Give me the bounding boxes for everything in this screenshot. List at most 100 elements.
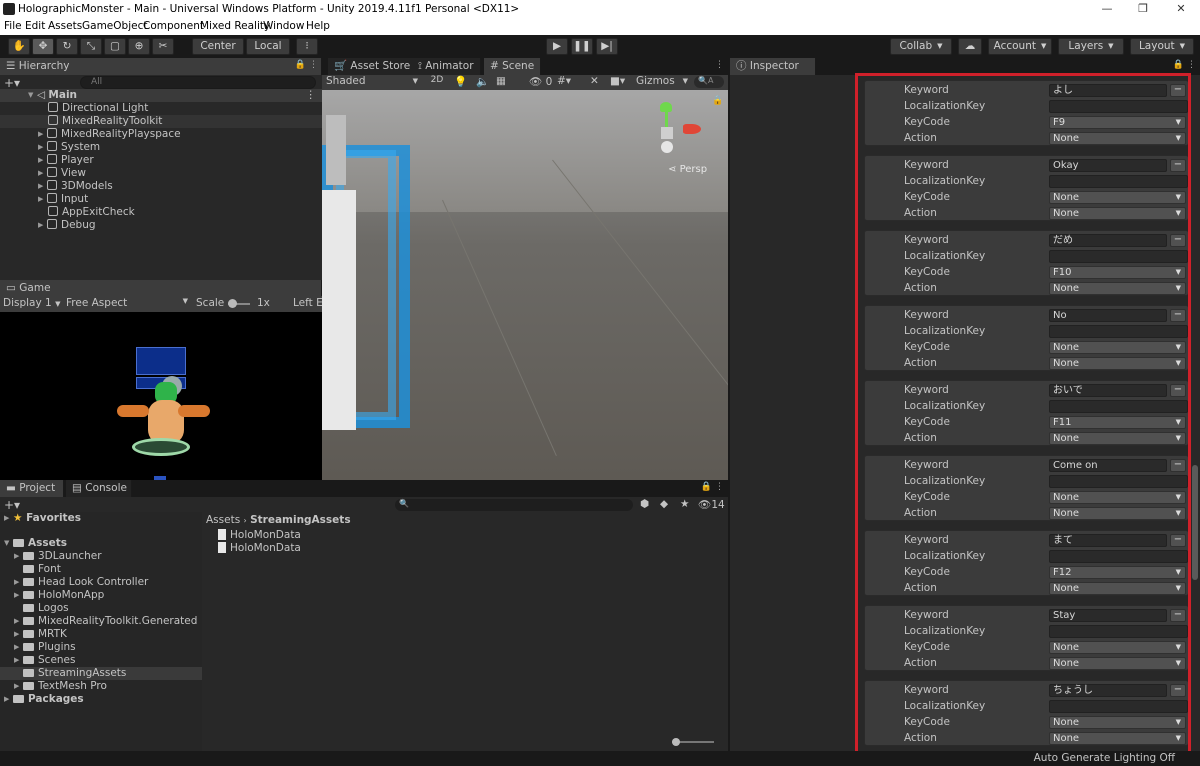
rotate-tool-icon[interactable]: ↻ — [56, 38, 78, 55]
lighting-icon[interactable]: 💡 — [454, 75, 467, 88]
tab-project[interactable]: ▬ Project — [0, 480, 64, 497]
hierarchy-item[interactable]: ▶ MixedRealityPlayspace — [38, 128, 181, 141]
add-button[interactable]: +▾ — [4, 76, 20, 90]
icon-size-slider-handle[interactable] — [672, 738, 680, 746]
favorite-star-icon[interactable]: ★ — [680, 498, 689, 510]
more-icon[interactable]: ⋮ — [306, 89, 317, 102]
grid-icon[interactable]: #▾ — [557, 75, 571, 87]
maximize-button[interactable]: ❐ — [1128, 2, 1158, 17]
hidden-packages-icon[interactable]: 👁14 — [698, 498, 725, 511]
tab-scene[interactable]: # Scene — [484, 58, 542, 75]
gizmos-dropdown[interactable]: Gizmos ▼ — [636, 75, 688, 87]
hierarchy-item[interactable]: ▶ 3DModels — [38, 180, 113, 193]
rect-tool-icon[interactable]: ▢ — [104, 38, 126, 55]
file-item[interactable]: HoloMonData — [218, 542, 301, 555]
cloud-icon[interactable]: ☁ — [958, 38, 982, 55]
pivot-local-button[interactable]: Local — [246, 38, 290, 55]
menu-help[interactable]: Help — [306, 20, 330, 32]
scene-row-main[interactable]: ▼ ◁ Main ⋮ — [0, 89, 322, 102]
hierarchy-item[interactable]: ▶ Input — [38, 193, 88, 206]
tools-icon[interactable]: ✕ — [590, 75, 599, 87]
hierarchy-item[interactable]: ▶ Player — [38, 154, 94, 167]
aspect-dropdown[interactable]: Free Aspect ▼ — [66, 297, 188, 309]
tab-hierarchy[interactable]: ☰ Hierarchy — [0, 58, 322, 75]
folder-row[interactable]: ▶ Scenes — [14, 654, 75, 667]
hierarchy-search-input[interactable]: All — [80, 76, 316, 89]
menu-assets[interactable]: Assets — [48, 20, 82, 32]
custom-tool-icon[interactable]: ✂ — [152, 38, 174, 55]
menu-gameobject[interactable]: GameObject — [82, 20, 147, 32]
shading-dropdown[interactable]: Shaded ▼ — [326, 75, 418, 87]
hierarchy-item[interactable]: AppExitCheck — [48, 206, 135, 219]
layout-dropdown[interactable]: Layout ▼ — [1130, 38, 1194, 55]
menu-mixed-reality[interactable]: Mixed Reality — [200, 20, 270, 32]
pivot-center-button[interactable]: Center — [192, 38, 244, 55]
lock-icon[interactable]: 🔒 ⋮ — [1173, 60, 1196, 70]
hand-tool-icon[interactable]: ✋ — [8, 38, 30, 55]
tab-asset-store[interactable]: 🛒 Asset Store — [328, 58, 418, 75]
breadcrumb-root[interactable]: Assets — [206, 514, 240, 526]
breadcrumb-current[interactable]: StreamingAssets — [250, 514, 351, 526]
hierarchy-item[interactable]: ▶ View — [38, 167, 86, 180]
effects-icon[interactable]: ▦ — [496, 75, 506, 87]
packages-row[interactable]: ▶ Packages — [4, 693, 84, 706]
game-view[interactable] — [0, 312, 322, 480]
folder-row-selected[interactable]: StreamingAssets — [0, 667, 202, 680]
move-tool-icon[interactable]: ✥ — [32, 38, 54, 55]
grid-snap-icon[interactable]: ⁝ — [296, 38, 318, 55]
layers-dropdown[interactable]: Layers ▼ — [1058, 38, 1124, 55]
folder-row[interactable]: ▶ 3DLauncher — [14, 550, 102, 563]
menu-component[interactable]: Component — [143, 20, 204, 32]
scale-tool-icon[interactable]: ⤡ — [80, 38, 102, 55]
folder-row[interactable]: ▶ Head Look Controller — [14, 576, 148, 589]
transform-tool-icon[interactable]: ⊕ — [128, 38, 150, 55]
folder-row[interactable]: ▶ TextMesh Pro — [14, 680, 107, 693]
project-search-input[interactable]: 🔍 — [395, 499, 633, 511]
hierarchy-item-selected[interactable]: MixedRealityToolkit — [0, 115, 322, 128]
menu-window[interactable]: Window — [263, 20, 304, 32]
folder-row[interactable]: Logos — [23, 602, 69, 615]
more-icon[interactable]: ⋮ — [715, 60, 724, 70]
account-dropdown[interactable]: Account ▼ — [988, 38, 1052, 55]
tab-console[interactable]: ▤ Console — [66, 480, 132, 497]
persp-label[interactable]: ⋖ Persp — [668, 164, 707, 175]
scale-slider-handle[interactable] — [228, 299, 237, 308]
folder-row[interactable]: ▶ MixedRealityToolkit.Generated — [14, 615, 197, 628]
play-button[interactable]: ▶ — [546, 38, 568, 55]
filter-type-icon[interactable]: ⬢ — [640, 498, 649, 510]
assets-row[interactable]: ▼ Assets — [4, 537, 67, 550]
collab-dropdown[interactable]: Collab ▼ — [890, 38, 952, 55]
camera-icon[interactable]: ■▾ — [610, 75, 625, 87]
tab-animator[interactable]: ⟟ Animator — [412, 58, 481, 75]
menu-edit[interactable]: Edit — [25, 20, 45, 32]
lock-icon[interactable]: 🔒 — [712, 96, 723, 106]
hierarchy-item[interactable]: ▶ System — [38, 141, 100, 154]
scene-search-input[interactable]: 🔍A — [694, 76, 724, 88]
close-button[interactable]: ✕ — [1166, 2, 1196, 17]
tab-inspector[interactable]: ⓘ Inspector — [730, 58, 816, 75]
folder-row[interactable]: ▶ MRTK — [14, 628, 67, 641]
audio-icon[interactable]: 🔈 — [476, 75, 489, 88]
scene-tabbar: 🛒 Asset Store ⟟ Animator # Scene ⋮ — [322, 58, 728, 75]
step-button[interactable]: ▶| — [596, 38, 618, 55]
folder-row[interactable]: Font — [23, 563, 61, 576]
add-asset-button[interactable]: +▾ — [4, 498, 20, 512]
filter-label-icon[interactable]: ◆ — [660, 498, 668, 510]
file-item[interactable]: HoloMonData — [218, 529, 301, 542]
scene-view[interactable]: ⋖ Persp 🔒 — [322, 90, 728, 480]
hierarchy-item[interactable]: ▶ Debug — [38, 219, 96, 232]
menu-file[interactable]: File — [4, 20, 22, 32]
folder-row[interactable]: ▶ Plugins — [14, 641, 76, 654]
minimize-button[interactable]: — — [1092, 2, 1122, 17]
lock-icon[interactable]: 🔒 ⋮ — [701, 482, 724, 492]
lock-icon[interactable]: 🔒 ⋮ — [295, 60, 318, 70]
hierarchy-item[interactable]: Directional Light — [48, 102, 148, 115]
inspector-scrollbar[interactable] — [1192, 465, 1198, 580]
hidden-objects-icon[interactable]: 👁 0 — [529, 75, 552, 88]
tab-game[interactable]: ▭ Game — [0, 280, 322, 297]
folder-row[interactable]: ▶ HoloMonApp — [14, 589, 104, 602]
favorites-row[interactable]: ▶ ★ Favorites — [4, 512, 81, 525]
2d-toggle[interactable]: 2D — [426, 75, 448, 85]
pause-button[interactable]: ❚❚ — [571, 38, 593, 55]
display-dropdown[interactable]: Display 1 ▼ — [3, 297, 60, 309]
